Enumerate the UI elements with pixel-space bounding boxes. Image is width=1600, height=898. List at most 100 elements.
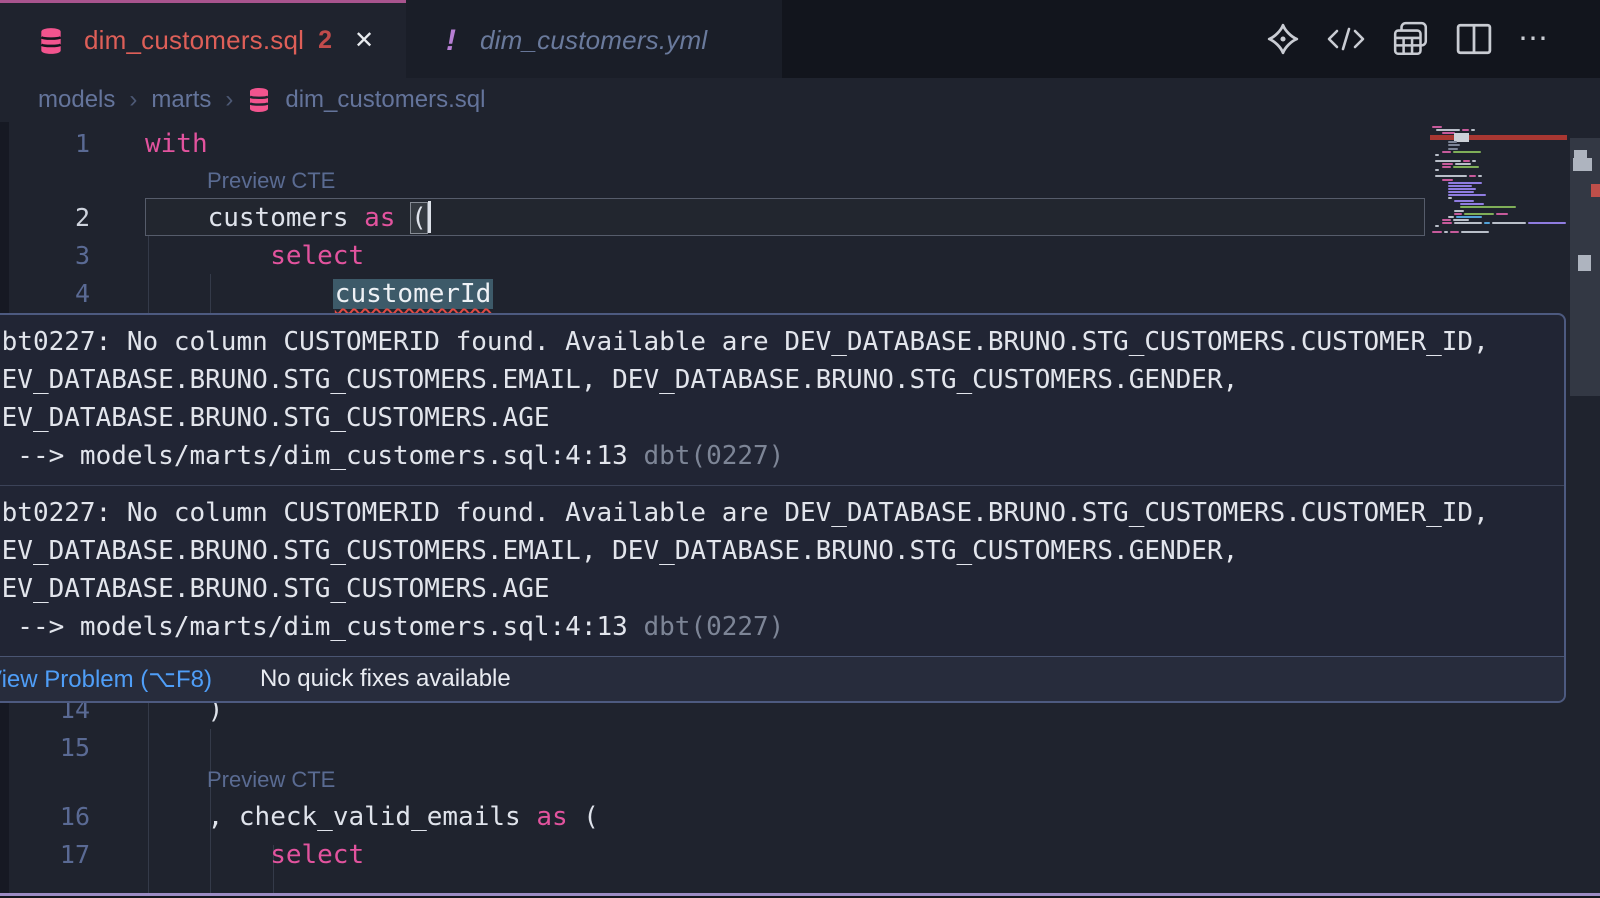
- error-message: dbt0227: No column CUSTOMERID found. Ava…: [0, 315, 1564, 485]
- code-line-3[interactable]: 3 select: [0, 237, 1600, 275]
- minimap-code-row: [1442, 166, 1451, 168]
- minimap-code-row: [1442, 222, 1452, 224]
- code-line-2[interactable]: 2 customers as (: [0, 199, 1600, 237]
- minimap-code-row: [1448, 197, 1452, 199]
- minimap-code-row: [1432, 231, 1442, 233]
- breadcrumb-item-marts[interactable]: marts: [151, 86, 211, 114]
- editor-actions: ⋯: [1266, 0, 1600, 78]
- line-number: 1: [0, 125, 90, 163]
- show-compiled-code-icon[interactable]: [1326, 23, 1366, 55]
- database-icon: [38, 27, 64, 55]
- breadcrumb: models › marts › dim_customers.sql: [0, 78, 1600, 122]
- line-number: 3: [0, 237, 90, 275]
- minimap-code-row: [1454, 213, 1462, 215]
- minimap-code-row: [1448, 148, 1458, 150]
- minimap-code-row: [1448, 141, 1457, 143]
- code-text: customers as (: [208, 199, 431, 237]
- code-text: with: [145, 125, 208, 163]
- scrollbar-error-decoration: [1591, 184, 1600, 197]
- dbt-power-user-icon[interactable]: [1266, 22, 1300, 56]
- code-text: customerId: [333, 275, 494, 313]
- error-code: dbt(0227): [643, 441, 784, 471]
- minimap-code-row: [1454, 222, 1482, 224]
- scrollbar-decoration: [1574, 150, 1587, 158]
- minimap-code-row: [1469, 175, 1476, 177]
- tab-problems-badge: 2: [318, 26, 332, 55]
- line-number: 2: [0, 199, 90, 237]
- query-results-icon[interactable]: [1392, 21, 1430, 57]
- minimap-code-row: [1448, 144, 1460, 146]
- minimap-code-row: [1442, 179, 1453, 181]
- scrollbar-decoration: [1578, 255, 1591, 271]
- error-token-customerid[interactable]: customerId: [333, 279, 494, 309]
- scrollbar[interactable]: [1570, 138, 1600, 396]
- minimap-code-row: [1435, 154, 1439, 156]
- minimap-code-row: [1478, 175, 1482, 177]
- minimap-code-row: [1448, 194, 1486, 196]
- minimap-code-row: [1492, 222, 1526, 224]
- minimap-code-row: [1436, 129, 1460, 131]
- minimap-code-row: [1456, 216, 1482, 218]
- minimap-code-row: [1448, 182, 1482, 184]
- text-cursor: [428, 201, 431, 233]
- popup-messages: dbt0227: No column CUSTOMERID found. Ava…: [0, 315, 1564, 656]
- view-problem-link[interactable]: View Problem (⌥F8): [0, 665, 212, 694]
- minimap-code-row: [1462, 129, 1469, 131]
- minimap-code-row: [1444, 231, 1448, 233]
- error-message: dbt0227: No column CUSTOMERID found. Ava…: [0, 485, 1564, 656]
- scrollbar-decoration: [1573, 158, 1592, 171]
- code-line-1[interactable]: 1 with: [0, 125, 1600, 163]
- minimap-code-row: [1484, 222, 1490, 224]
- line-number: 15: [0, 729, 90, 767]
- tab-label: dim_customers.sql: [84, 25, 304, 56]
- minimap-code-row: [1435, 160, 1461, 162]
- minimap-code-row: [1442, 151, 1451, 153]
- minimap-code-row: [1460, 206, 1516, 208]
- line-number: 17: [0, 836, 90, 874]
- tab-dim-customers-sql[interactable]: dim_customers.sql 2 ✕: [0, 0, 406, 78]
- close-icon[interactable]: ✕: [354, 26, 374, 55]
- minimap-code-row: [1461, 231, 1489, 233]
- minimap-code-row: [1472, 160, 1476, 162]
- minimap-code-row: [1528, 222, 1566, 224]
- error-code: dbt(0227): [643, 612, 784, 642]
- vscode-editor-window: { "tab_bar": { "tabs": [ {"label": "dim_…: [0, 0, 1600, 898]
- problem-hover-popup: dbt0227: No column CUSTOMERID found. Ava…: [0, 313, 1566, 703]
- minimap-code-row: [1448, 185, 1472, 187]
- minimap-code-row: [1448, 216, 1454, 218]
- tab-bar: dim_customers.sql 2 ✕ ! dim_customers.ym…: [0, 0, 1600, 78]
- minimap-error-line: [1430, 135, 1567, 140]
- line-number: 4: [0, 275, 90, 313]
- minimap-code-row: [1435, 169, 1439, 171]
- minimap-code-row: [1453, 151, 1481, 153]
- code-text: , check_valid_emails as (: [208, 798, 599, 836]
- breadcrumb-item-models[interactable]: models: [38, 86, 115, 114]
- more-actions-icon[interactable]: ⋯: [1518, 23, 1548, 55]
- codelens-preview-cte[interactable]: Preview CTE: [207, 762, 335, 798]
- code-line-17[interactable]: 17 select: [0, 836, 1600, 874]
- minimap[interactable]: [1430, 126, 1567, 238]
- database-icon: [247, 87, 271, 113]
- breadcrumb-item-file[interactable]: dim_customers.sql: [285, 86, 485, 114]
- codelens-preview-cte[interactable]: Preview CTE: [207, 163, 335, 199]
- minimap-code-row: [1448, 191, 1474, 193]
- chevron-right-icon: ›: [129, 86, 137, 114]
- minimap-code-row: [1460, 203, 1484, 205]
- tab-dim-customers-yml[interactable]: ! dim_customers.yml: [406, 0, 782, 78]
- minimap-code-row: [1464, 213, 1494, 215]
- minimap-code-row: [1454, 200, 1474, 202]
- warning-icon: !: [446, 24, 456, 58]
- split-editor-icon[interactable]: [1456, 23, 1492, 55]
- code-line-4[interactable]: 4 customerId: [0, 275, 1600, 313]
- code-line-16[interactable]: 16, check_valid_emails as (: [0, 798, 1600, 836]
- minimap-code-row: [1442, 219, 1451, 221]
- code-text: select: [270, 836, 364, 874]
- minimap-code-row: [1432, 126, 1442, 128]
- quickfix-row: View Problem (⌥F8) No quick fixes availa…: [0, 656, 1564, 701]
- minimap-code-row: [1453, 166, 1479, 168]
- chevron-right-icon: ›: [225, 86, 233, 114]
- no-quick-fixes-label: No quick fixes available: [260, 665, 511, 693]
- minimap-code-row: [1435, 175, 1467, 177]
- code-text: select: [270, 237, 364, 275]
- minimap-code-row: [1463, 160, 1470, 162]
